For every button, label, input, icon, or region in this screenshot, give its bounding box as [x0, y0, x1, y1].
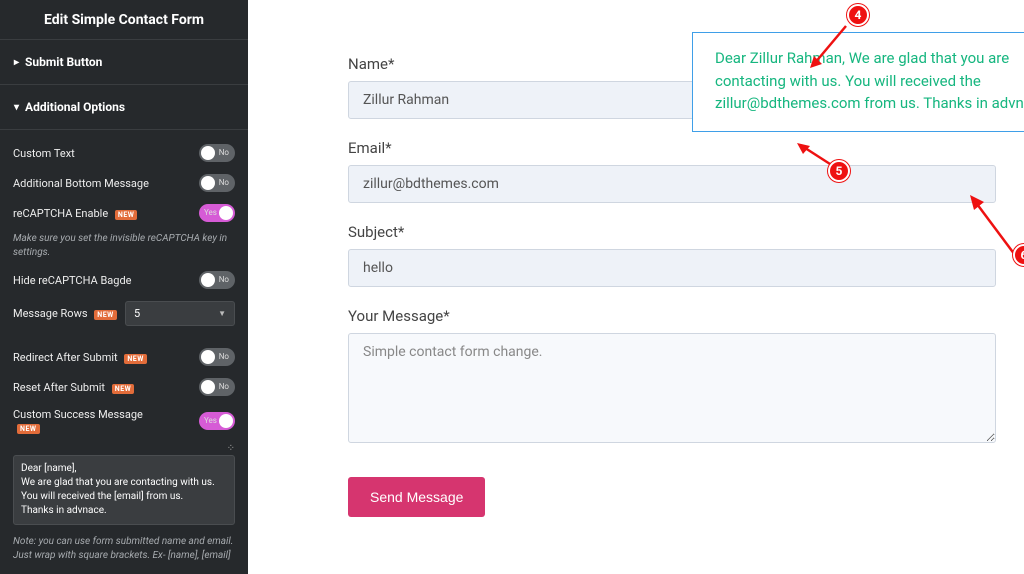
option-custom-text: Custom Text No: [13, 138, 235, 168]
toggle-custom-success[interactable]: Yes: [199, 412, 235, 430]
option-additional-bottom: Additional Bottom Message No: [13, 168, 235, 198]
option-label: Message Rows NEW: [13, 307, 117, 320]
success-message-template-input[interactable]: [13, 455, 235, 525]
option-label-text: Custom Success Message: [13, 408, 143, 421]
toggle-state: Yes: [204, 416, 217, 425]
option-label: Reset After Submit NEW: [13, 381, 134, 394]
badge-new: NEW: [115, 210, 138, 220]
send-message-button[interactable]: Send Message: [348, 477, 485, 517]
option-label: Custom Success Message NEW: [13, 408, 143, 434]
badge-new: NEW: [124, 354, 147, 364]
toggle-state: No: [219, 382, 229, 391]
settings-sidebar: Edit Simple Contact Form ▸ Submit Button…: [0, 0, 248, 574]
toggle-state: Yes: [204, 208, 217, 217]
annotation-marker-5: 5: [828, 160, 850, 182]
toggle-knob-icon: [201, 176, 215, 190]
dynamic-tags-icon[interactable]: ⁘: [13, 440, 235, 455]
callout-text: Dear Zillur Rahman, We are glad that you…: [715, 47, 1024, 115]
toggle-knob-icon: [201, 350, 215, 364]
option-redirect: Redirect After Submit NEW No: [13, 342, 235, 372]
field-message: Your Message*: [348, 307, 996, 447]
option-custom-success: Custom Success Message NEW Yes: [13, 402, 235, 440]
badge-new: NEW: [94, 310, 117, 320]
toggle-knob-icon: [201, 273, 215, 287]
annotation-marker-4: 4: [847, 4, 869, 26]
section-label: Additional Options: [25, 100, 125, 114]
subject-input[interactable]: [348, 249, 996, 287]
option-label: Custom Text: [13, 147, 75, 160]
email-input[interactable]: [348, 165, 996, 203]
option-reset: Reset After Submit NEW No: [13, 372, 235, 402]
chevron-down-icon: ▼: [218, 309, 226, 318]
option-label: Redirect After Submit NEW: [13, 351, 147, 364]
toggle-knob-icon: [201, 146, 215, 160]
section-label: Submit Button: [25, 55, 102, 69]
toggle-redirect[interactable]: No: [199, 348, 235, 366]
option-hide-badge: Hide reCAPTCHA Bagde No: [13, 265, 235, 295]
toggle-state: No: [219, 275, 229, 284]
recaptcha-hint: Make sure you set the invisible reCAPTCH…: [13, 232, 235, 259]
section-additional-options[interactable]: ▾ Additional Options: [0, 85, 248, 130]
option-recaptcha-enable: reCAPTCHA Enable NEW Yes: [13, 198, 235, 228]
toggle-knob-icon: [219, 206, 233, 220]
toggle-state: No: [219, 352, 229, 361]
option-label-text: Message Rows: [13, 307, 88, 320]
option-label-text: Redirect After Submit: [13, 351, 118, 364]
option-label: reCAPTCHA Enable NEW: [13, 207, 137, 220]
email-label: Email*: [348, 139, 996, 157]
section-submit-button[interactable]: ▸ Submit Button: [0, 40, 248, 85]
badge-new: NEW: [112, 384, 135, 394]
badge-new: NEW: [17, 424, 40, 434]
select-value: 5: [134, 307, 140, 320]
additional-options-body: Custom Text No Additional Bottom Message…: [0, 130, 248, 574]
toggle-knob-icon: [219, 414, 233, 428]
caret-down-icon: ▾: [14, 102, 19, 113]
subject-label: Subject*: [348, 223, 996, 241]
message-input[interactable]: [348, 333, 996, 443]
toggle-knob-icon: [201, 380, 215, 394]
toggle-recaptcha[interactable]: Yes: [199, 204, 235, 222]
field-subject: Subject*: [348, 223, 996, 287]
toggle-hide-badge[interactable]: No: [199, 271, 235, 289]
success-message-callout: Dear Zillur Rahman, We are glad that you…: [692, 32, 1024, 132]
toggle-custom-text[interactable]: No: [199, 144, 235, 162]
option-label-text: reCAPTCHA Enable: [13, 207, 108, 220]
message-rows-select[interactable]: 5 ▼: [125, 301, 235, 326]
template-note: Note: you can use form submitted name an…: [13, 535, 235, 562]
caret-right-icon: ▸: [14, 57, 19, 68]
toggle-additional-bottom[interactable]: No: [199, 174, 235, 192]
toggle-reset[interactable]: No: [199, 378, 235, 396]
annotation-arrow-icon: [808, 24, 848, 69]
message-label: Your Message*: [348, 307, 996, 325]
option-label: Additional Bottom Message: [13, 177, 149, 190]
toggle-state: No: [219, 148, 229, 157]
option-message-rows: Message Rows NEW 5 ▼: [13, 295, 235, 332]
preview-canvas: Name* Email* Subject* Your Message* Send…: [248, 0, 1024, 574]
field-email: Email*: [348, 139, 996, 203]
toggle-state: No: [219, 178, 229, 187]
panel-title: Edit Simple Contact Form: [0, 0, 248, 40]
option-label: Hide reCAPTCHA Bagde: [13, 274, 132, 287]
option-label-text: Reset After Submit: [13, 381, 105, 394]
